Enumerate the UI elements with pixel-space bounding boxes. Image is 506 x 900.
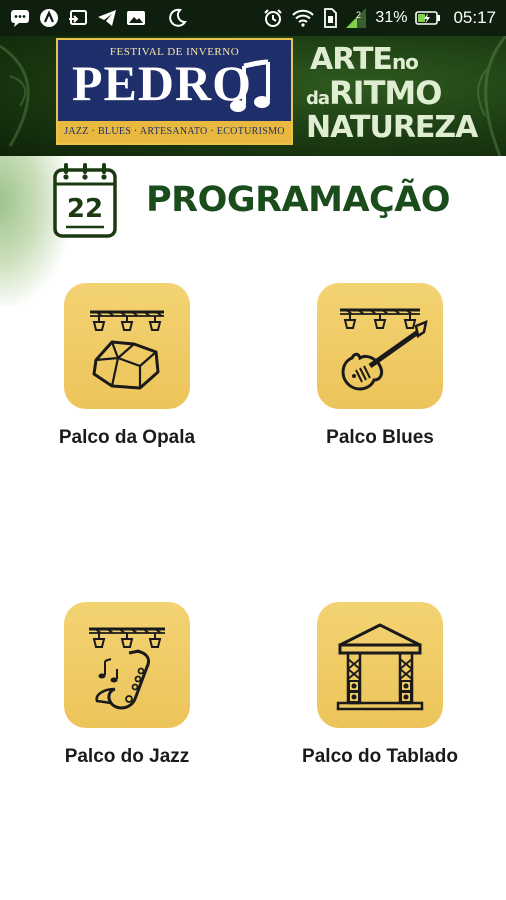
status-bar: 2 31% 05:17 xyxy=(0,0,506,36)
stage-card-blues[interactable]: Palco Blues xyxy=(260,283,500,449)
cast-icon xyxy=(68,9,88,27)
slogan-arte: ARTE xyxy=(310,42,393,77)
slogan-ritmo: RITMO xyxy=(329,74,442,112)
app-a-icon xyxy=(39,8,59,28)
chat-icon xyxy=(10,9,30,27)
wifi-icon xyxy=(291,9,315,27)
gallery-icon xyxy=(126,9,146,27)
moon-icon xyxy=(167,8,187,28)
saxophone-stage-icon xyxy=(89,627,165,710)
music-notes-icon xyxy=(230,59,270,112)
stage-tile[interactable] xyxy=(64,283,190,409)
stage-card-jazz[interactable]: Palco do Jazz xyxy=(7,602,247,768)
battery-charging-icon xyxy=(415,10,441,26)
tablado-stage-icon xyxy=(336,623,424,711)
leaf-decoration-icon xyxy=(0,44,30,147)
stage-label[interactable]: Palco Blues xyxy=(326,427,434,449)
festival-logo: FESTIVAL DE INVERNO PEDRO JAZZ · BLUES ·… xyxy=(56,38,293,145)
page-title: PROGRAMAÇÃO xyxy=(146,180,451,220)
stage-label[interactable]: Palco do Jazz xyxy=(65,746,190,768)
slogan-natureza: NATUREZA xyxy=(306,110,478,145)
calendar-icon: 22 xyxy=(53,163,117,238)
alarm-icon xyxy=(263,8,283,28)
logo-band: JAZZ · BLUES · ARTESANATO · ECOTURISMO xyxy=(58,121,291,143)
festival-banner: FESTIVAL DE INVERNO PEDRO JAZZ · BLUES ·… xyxy=(0,36,506,156)
clock: 05:17 xyxy=(453,8,496,27)
svg-text:2: 2 xyxy=(356,10,361,20)
guitar-stage-icon xyxy=(340,308,428,391)
telegram-icon xyxy=(97,9,117,27)
stage-card-opala[interactable]: Palco da Opala xyxy=(7,283,247,449)
title-row: 22 PROGRAMAÇÃO xyxy=(0,156,506,306)
slogan-no: no xyxy=(391,50,419,74)
stage-label[interactable]: Palco da Opala xyxy=(59,427,195,449)
logo-name: PEDRO xyxy=(72,55,252,111)
opal-stage-icon xyxy=(90,310,164,390)
stage-tile[interactable] xyxy=(317,283,443,409)
signal-icon: 2 xyxy=(345,7,367,29)
stage-tile[interactable] xyxy=(64,602,190,728)
stage-tile[interactable] xyxy=(317,602,443,728)
calendar-day: 22 xyxy=(67,194,103,224)
sim-icon xyxy=(323,8,338,28)
slogan-da: da xyxy=(306,88,330,109)
stage-label[interactable]: Palco do Tablado xyxy=(302,746,458,768)
stage-card-tablado[interactable]: Palco do Tablado xyxy=(260,602,500,768)
festival-slogan: ARTEno daRITMO NATUREZA xyxy=(306,40,496,150)
battery-percent: 31% xyxy=(375,9,408,26)
